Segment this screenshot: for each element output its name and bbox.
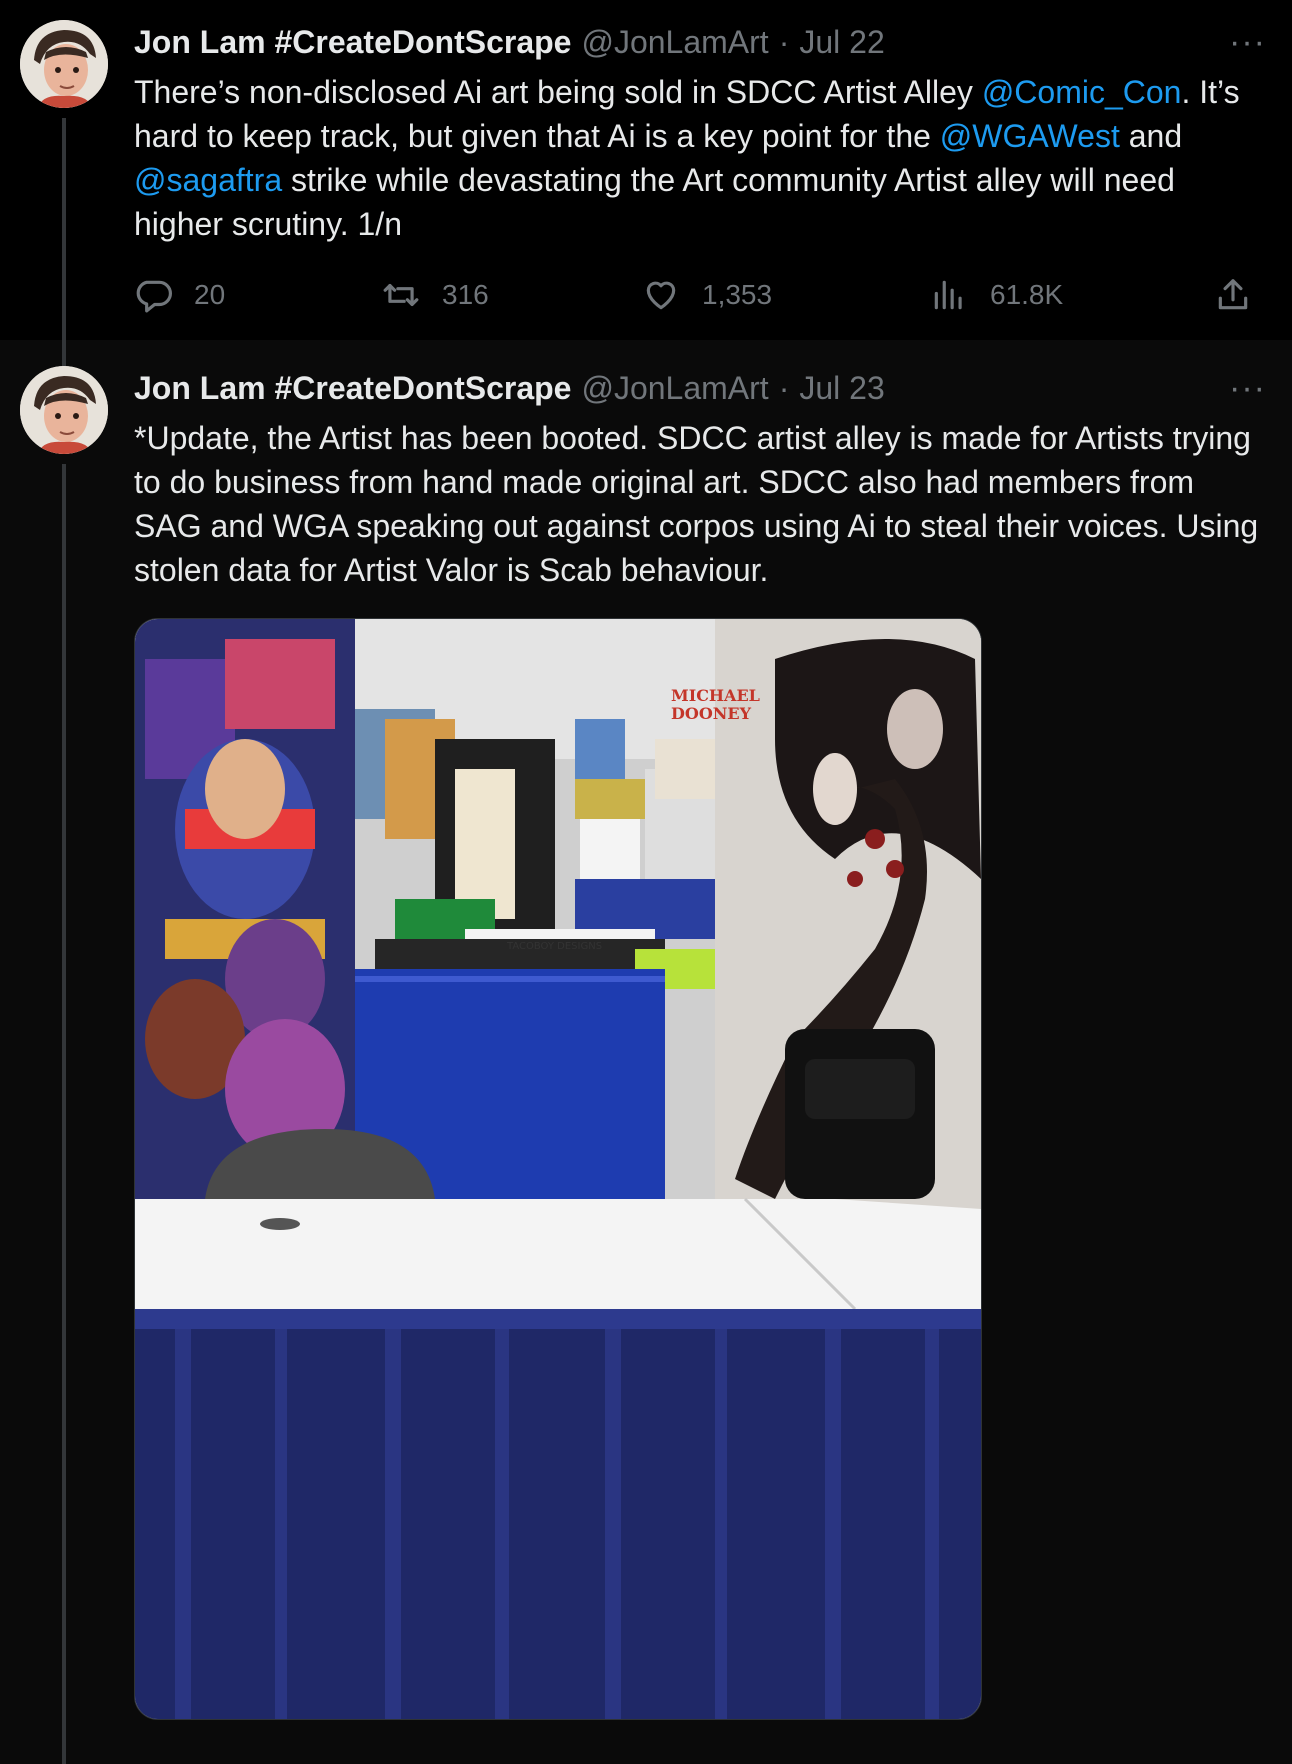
tweet-text: There’s non-disclosed Ai art being sold … xyxy=(134,70,1264,246)
separator-dot: · xyxy=(778,369,790,406)
more-icon[interactable]: ··· xyxy=(1229,20,1266,64)
tweet-2[interactable]: Jon Lam #CreateDontScrape @JonLamArt · J… xyxy=(0,340,1292,1764)
like-button[interactable]: 1,353 xyxy=(642,270,772,320)
repost-button[interactable]: 316 xyxy=(382,270,489,320)
repost-count: 316 xyxy=(442,279,489,310)
tweet-header: Jon Lam #CreateDontScrape @JonLamArt · J… xyxy=(134,366,885,410)
tweet-date[interactable]: Jul 23 xyxy=(799,370,884,407)
convention-booth-photo: MICHAEL DOONEY TACOBOY DESIGNS xyxy=(135,619,981,1719)
thread-line xyxy=(62,118,66,340)
author-name[interactable]: Jon Lam #CreateDontScrape xyxy=(134,370,571,407)
like-count: 1,353 xyxy=(702,279,773,310)
views-button[interactable]: 61.8K xyxy=(930,270,1063,320)
reply-button[interactable]: 20 xyxy=(134,270,225,320)
repost-icon xyxy=(383,283,419,307)
tweet-actions: 20 316 1,353 61.8K xyxy=(134,270,1264,320)
tweet-photo[interactable]: MICHAEL DOONEY TACOBOY DESIGNS xyxy=(134,618,982,1720)
banner-text-1: MICHAEL xyxy=(671,686,760,705)
thread-line xyxy=(62,464,66,1764)
tweet-text-part: There’s non-disclosed Ai art being sold … xyxy=(134,74,982,110)
banner-text-2: DOONEY xyxy=(671,704,752,723)
author-handle[interactable]: @JonLamArt xyxy=(581,370,768,407)
mention-comic-con[interactable]: @Comic_Con xyxy=(982,74,1182,110)
share-button[interactable] xyxy=(1214,270,1252,320)
separator-dot: · xyxy=(778,23,790,60)
thread-line xyxy=(62,340,66,366)
avatar[interactable] xyxy=(20,366,108,454)
tweet-text-part: strike while devastating the Art communi… xyxy=(134,162,1175,242)
tweet-1[interactable]: Jon Lam #CreateDontScrape @JonLamArt · J… xyxy=(0,0,1292,340)
author-name[interactable]: Jon Lam #CreateDontScrape xyxy=(134,24,571,61)
avatar[interactable] xyxy=(20,20,108,108)
avatar-illustration xyxy=(20,366,108,454)
reply-icon xyxy=(136,280,172,313)
avatar-illustration xyxy=(20,20,108,108)
like-icon xyxy=(646,281,676,310)
mention-wgawest[interactable]: @WGAWest xyxy=(940,118,1120,154)
tweet-date[interactable]: Jul 22 xyxy=(799,24,884,61)
author-handle[interactable]: @JonLamArt xyxy=(581,24,768,61)
tweet-header: Jon Lam #CreateDontScrape @JonLamArt · J… xyxy=(134,20,885,64)
reply-count: 20 xyxy=(194,279,226,310)
share-icon xyxy=(1218,279,1248,310)
tweet-text-part: and xyxy=(1119,118,1183,154)
view-count: 61.8K xyxy=(990,279,1064,310)
mention-sagaftra[interactable]: @sagaftra xyxy=(134,162,282,198)
views-icon xyxy=(934,280,962,310)
more-icon[interactable]: ··· xyxy=(1229,366,1266,410)
booth-sign-text: TACOBOY DESIGNS xyxy=(506,941,602,952)
tweet-text: *Update, the Artist has been booted. SDC… xyxy=(134,420,1259,588)
